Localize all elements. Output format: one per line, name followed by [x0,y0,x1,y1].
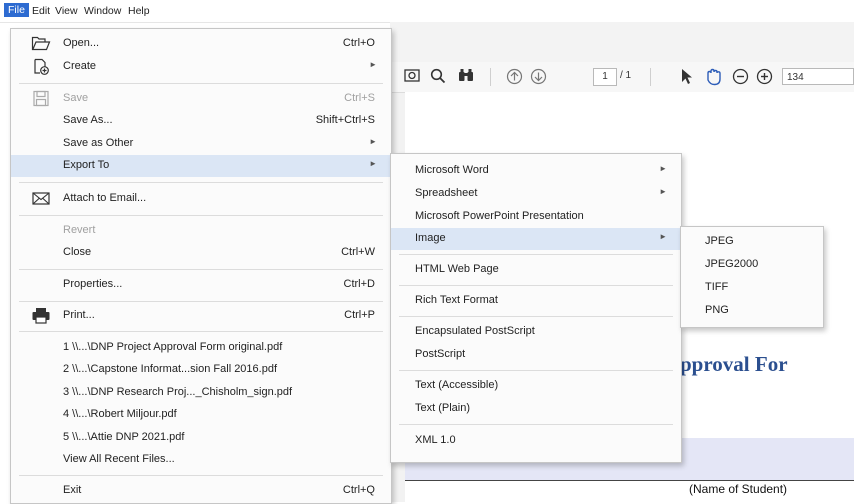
menu-separator [19,475,383,476]
folder-open-icon [31,35,51,52]
menu-edit[interactable]: Edit [32,5,50,17]
image-submenu: JPEG JPEG2000 TIFF PNG [680,226,824,328]
page-total: / 1 [620,70,632,81]
document-subtitle: (Name of Student) [689,482,788,496]
save-disk-icon [31,90,51,107]
menu-item-save[interactable]: Save Ctrl+S [11,88,391,110]
create-pdf-icon [31,58,51,75]
search-icon[interactable] [430,68,446,88]
menu-separator [19,301,383,302]
menu-item-properties[interactable]: Properties... Ctrl+D [11,274,391,296]
submenu-arrow-icon: ► [369,137,377,146]
menu-item-save-as-other[interactable]: Save as Other ► [11,133,391,155]
tab-strip [390,22,854,63]
menu-item-open[interactable]: Open... Ctrl+O [11,33,391,55]
toolbar-divider [650,68,651,86]
submenu-arrow-icon: ► [659,232,667,241]
menu-window[interactable]: Window [84,5,121,17]
recent-file-item[interactable]: 4 \\...\Robert Miljour.pdf [11,404,391,426]
menu-separator [19,331,383,332]
menu-separator [19,182,383,183]
menu-item-exit[interactable]: Exit Ctrl+Q [11,480,391,502]
submenu-arrow-icon: ► [659,187,667,196]
menu-item-attach-email[interactable]: Attach to Email... [11,188,391,210]
hand-tool-icon[interactable] [704,68,724,90]
page-number-input[interactable]: 1 [593,68,617,86]
menu-item-create[interactable]: Create ► [11,56,391,78]
menu-item-print[interactable]: Print... Ctrl+P [11,305,391,327]
recent-file-item[interactable]: 2 \\...\Capstone Informat...sion Fall 20… [11,359,391,381]
menu-item-revert[interactable]: Revert [11,220,391,242]
export-item-word[interactable]: Microsoft Word ► [391,160,681,182]
menu-separator [19,215,383,216]
menu-item-export-to[interactable]: Export To ► [11,155,391,177]
export-item-spreadsheet[interactable]: Spreadsheet ► [391,183,681,205]
recent-file-item[interactable]: 3 \\...\DNP Research Proj..._Chisholm_si… [11,382,391,404]
document-rule [405,480,854,481]
menu-file[interactable]: File [4,3,29,17]
export-item-image[interactable]: Image ► [391,228,681,250]
image-item-jpeg2000[interactable]: JPEG2000 [681,254,823,276]
submenu-arrow-icon: ► [369,159,377,168]
page-up-icon[interactable] [506,68,523,89]
binoculars-icon[interactable] [458,68,474,87]
export-item-powerpoint[interactable]: Microsoft PowerPoint Presentation [391,206,681,228]
menu-help[interactable]: Help [128,5,150,17]
menu-bar: File Edit View Window Help [0,0,854,23]
document-title: pproval For [680,352,788,376]
submenu-arrow-icon: ► [369,60,377,69]
export-item-postscript[interactable]: PostScript [391,344,681,366]
export-submenu: Microsoft Word ► Spreadsheet ► Microsoft… [390,153,682,463]
menu-separator [399,285,673,286]
file-menu: Open... Ctrl+O Create ► Save Ctrl+S Save… [10,28,392,504]
image-item-png[interactable]: PNG [681,300,823,322]
zoom-level-input[interactable]: 134 [782,68,854,85]
toolbar-divider [490,68,491,86]
menu-item-save-as[interactable]: Save As... Shift+Ctrl+S [11,110,391,132]
export-item-text-accessible[interactable]: Text (Accessible) [391,375,681,397]
snapshot-icon[interactable] [404,68,420,87]
menu-separator [399,370,673,371]
recent-file-item[interactable]: 1 \\...\DNP Project Approval Form origin… [11,337,391,359]
zoom-in-icon[interactable] [756,68,773,89]
menu-view[interactable]: View [55,5,78,17]
zoom-out-icon[interactable] [732,68,749,89]
menu-separator [399,316,673,317]
export-item-xml[interactable]: XML 1.0 [391,430,681,452]
printer-icon [31,307,51,324]
menu-item-close[interactable]: Close Ctrl+W [11,242,391,264]
image-item-jpeg[interactable]: JPEG [681,231,823,253]
menu-separator [399,424,673,425]
menu-separator [19,269,383,270]
export-item-html[interactable]: HTML Web Page [391,259,681,281]
export-item-eps[interactable]: Encapsulated PostScript [391,321,681,343]
select-cursor-icon[interactable] [680,68,694,89]
recent-file-item[interactable]: 5 \\...\Attie DNP 2021.pdf [11,427,391,449]
submenu-arrow-icon: ► [659,164,667,173]
export-item-rtf[interactable]: Rich Text Format [391,290,681,312]
envelope-icon [31,190,51,207]
menu-separator [399,254,673,255]
menu-separator [19,83,383,84]
menu-item-view-all-recent[interactable]: View All Recent Files... [11,449,391,471]
image-item-tiff[interactable]: TIFF [681,277,823,299]
export-item-text-plain[interactable]: Text (Plain) [391,398,681,420]
page-down-icon[interactable] [530,68,547,89]
toolbar: 1 / 1 134 [390,62,854,93]
